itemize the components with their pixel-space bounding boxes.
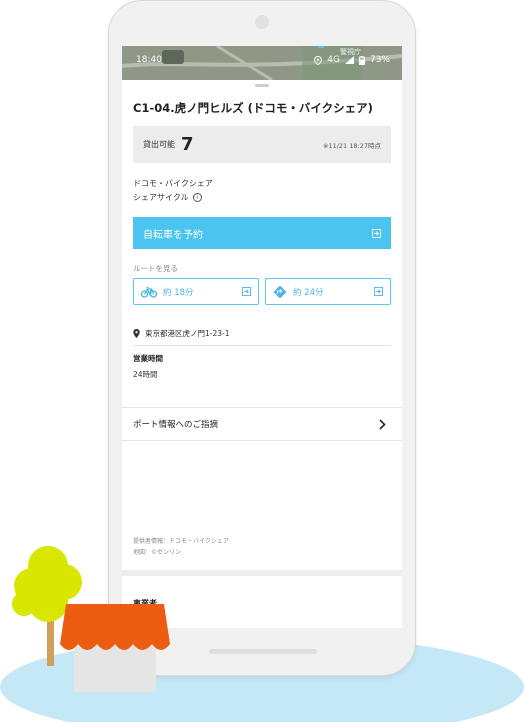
car-route-icon — [273, 285, 287, 298]
external-link-icon — [372, 228, 381, 238]
app-screen: 警視庁 18:40 4G 73% C1-04.虎ノ門ヒルズ (ドコモ・バイクシェ… — [122, 46, 402, 628]
map-credit: 地図：©ゼンリン — [133, 549, 182, 556]
route-by-bike-label: 約 18分 — [163, 287, 194, 298]
route-by-car-button[interactable]: 約 24分 — [265, 278, 391, 305]
station-address: 東京都港区虎ノ門1-23-1 — [145, 329, 230, 338]
info-icon[interactable]: i — [192, 193, 202, 202]
status-indicators: 4G 73% — [314, 55, 390, 65]
status-bar: 18:40 4G 73% — [122, 46, 402, 74]
station-detail-sheet: C1-04.虎ノ門ヒルズ (ドコモ・バイクシェア) 貸出可能 7 ※11/21 … — [122, 80, 402, 628]
battery-icon — [358, 55, 365, 65]
address-divider — [133, 345, 391, 346]
route-by-bike-button[interactable]: 約 18分 — [133, 278, 259, 305]
provider-credit: 提供者情報：ドコモ・バイクシェア — [133, 538, 229, 545]
section-separator — [122, 570, 402, 576]
chevron-right-icon — [379, 418, 386, 430]
phone-home-indicator — [209, 649, 317, 654]
availability-updated-time: ※11/21 18:27時点 — [323, 141, 381, 150]
network-type: 4G — [327, 55, 340, 65]
report-port-info-row[interactable]: ポート情報へのご指摘 — [122, 407, 402, 441]
external-link-icon — [242, 287, 251, 296]
map-view[interactable]: 警視庁 18:40 4G 73% — [122, 46, 402, 80]
external-link-icon — [374, 287, 383, 296]
route-by-car-label: 約 24分 — [293, 287, 324, 298]
opening-hours-label: 営業時間 — [133, 354, 163, 363]
availability-panel: 貸出可能 7 ※11/21 18:27時点 — [133, 126, 391, 163]
reserve-bike-label: 自転車を予約 — [143, 229, 203, 241]
address-row: 東京都港区虎ノ門1-23-1 — [133, 328, 230, 339]
opening-hours-value: 24時間 — [133, 370, 158, 379]
signal-icon — [344, 56, 354, 64]
status-time: 18:40 — [136, 55, 162, 65]
available-count: 7 — [181, 134, 194, 155]
shop-illustration — [60, 604, 170, 692]
provider-name: ドコモ・バイクシェア — [133, 179, 213, 188]
report-port-info-label: ポート情報へのご指摘 — [133, 420, 219, 430]
bicycle-icon — [141, 286, 157, 298]
phone-camera — [255, 15, 269, 29]
route-section-label: ルートを見る — [133, 264, 178, 273]
service-type: シェアサイクル — [133, 193, 189, 202]
battery-level: 73% — [369, 55, 390, 65]
station-title: C1-04.虎ノ門ヒルズ (ドコモ・バイクシェア) — [133, 101, 373, 115]
reserve-bike-button[interactable]: 自転車を予約 — [133, 217, 391, 249]
service-type-row: シェアサイクル i — [133, 192, 202, 203]
sheet-drag-handle[interactable] — [255, 84, 269, 87]
map-pin-icon — [133, 329, 140, 338]
availability-label: 貸出可能 — [143, 140, 175, 149]
location-pin-icon — [314, 55, 323, 65]
